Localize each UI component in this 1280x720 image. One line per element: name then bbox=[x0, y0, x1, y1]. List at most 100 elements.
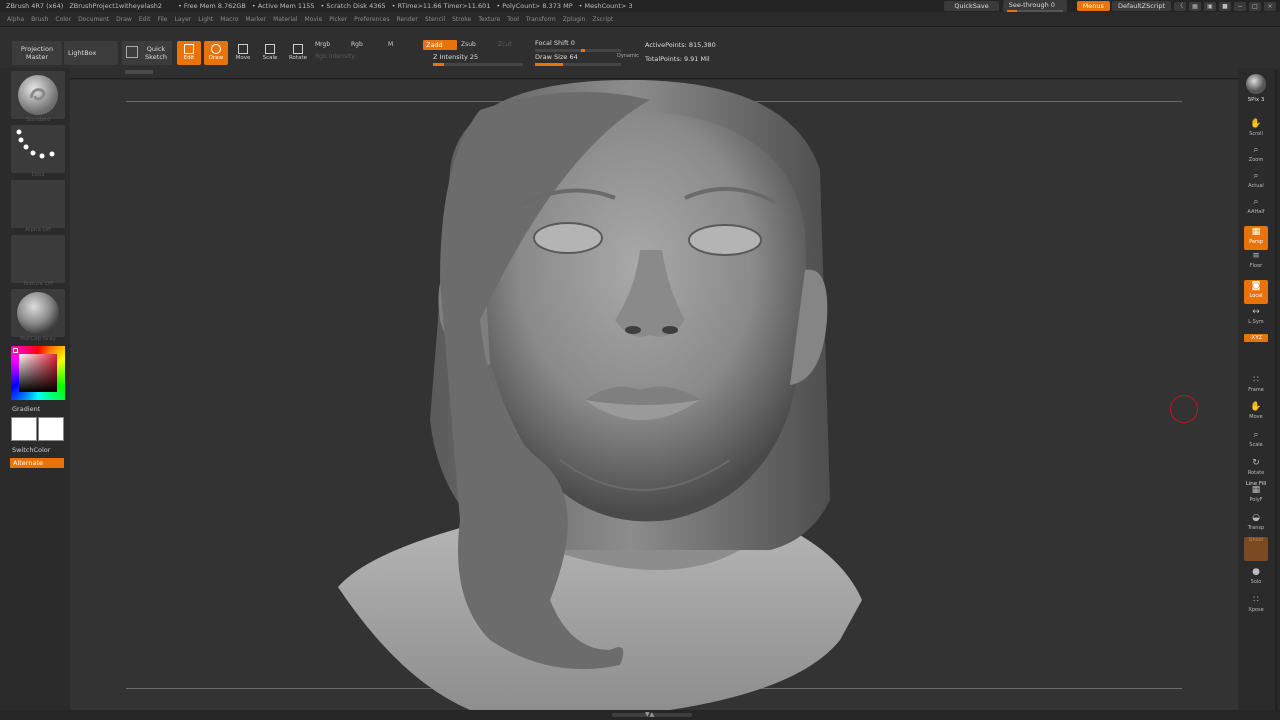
frame-button[interactable]: ∷ Frame bbox=[1244, 374, 1268, 398]
rgb-button[interactable]: Rgb bbox=[351, 41, 363, 48]
color-picker[interactable] bbox=[11, 346, 65, 400]
projection-master-button[interactable]: Projection Master bbox=[12, 41, 62, 65]
solo-button[interactable]: ● Solo bbox=[1244, 566, 1268, 590]
switch-color-button[interactable]: SwitchColor bbox=[12, 446, 50, 454]
dynamic-button[interactable]: Dynamic bbox=[617, 53, 639, 59]
menu-transform[interactable]: Transform bbox=[526, 16, 556, 23]
menu-macro[interactable]: Macro bbox=[220, 16, 238, 23]
rotate-button[interactable]: ↻ Rotate bbox=[1244, 457, 1268, 481]
menu-marker[interactable]: Marker bbox=[245, 16, 266, 23]
menu-alpha[interactable]: Alpha bbox=[7, 16, 24, 23]
menu-layer[interactable]: Layer bbox=[175, 16, 192, 23]
sculpt-bust-model[interactable] bbox=[70, 80, 1238, 710]
scroll-button[interactable]: ✋ Scroll bbox=[1244, 118, 1268, 142]
secondary-color-swatch[interactable] bbox=[38, 417, 64, 441]
brush-thumbnail[interactable] bbox=[11, 71, 65, 119]
z-intensity-track[interactable] bbox=[433, 63, 523, 66]
tray-toggle-icon[interactable]: ▼▲ bbox=[645, 711, 654, 718]
close-icon[interactable]: × bbox=[1264, 1, 1276, 11]
menu-stencil[interactable]: Stencil bbox=[425, 16, 445, 23]
see-through-slider[interactable]: See-through 0 bbox=[1002, 0, 1067, 13]
menu-picker[interactable]: Picker bbox=[329, 16, 347, 23]
gradient-toggle[interactable]: Gradient bbox=[12, 405, 40, 413]
transp-button[interactable]: ◒ Transp bbox=[1244, 512, 1268, 536]
persp-icon: ▦ bbox=[1251, 227, 1261, 237]
actual-button[interactable]: ⌕ Actual bbox=[1244, 170, 1268, 194]
menu-draw[interactable]: Draw bbox=[116, 16, 132, 23]
persp-button[interactable]: ▦ Persp bbox=[1244, 226, 1268, 250]
z-intensity-slider[interactable]: Z Intensity 25 bbox=[433, 53, 523, 66]
m-button[interactable]: M bbox=[388, 41, 393, 48]
scale-button[interactable]: Scale bbox=[258, 41, 282, 65]
menu-render[interactable]: Render bbox=[396, 16, 417, 23]
project-name: ZBrushProject1witheyelash2 bbox=[69, 2, 162, 10]
draw-button[interactable]: Draw bbox=[204, 41, 228, 65]
menu-tool[interactable]: Tool bbox=[507, 16, 519, 23]
menu-light[interactable]: Light bbox=[198, 16, 213, 23]
zsub-button[interactable]: Zsub bbox=[461, 41, 476, 48]
maximize-icon[interactable]: □ bbox=[1249, 1, 1261, 11]
line-fill-button[interactable]: Line Fill bbox=[1244, 481, 1268, 487]
document-canvas[interactable] bbox=[70, 80, 1238, 710]
scale-button[interactable]: ⌕ Scale bbox=[1244, 429, 1268, 453]
menu-material[interactable]: Material bbox=[273, 16, 297, 23]
draw-size-slider[interactable]: Draw Size 64 bbox=[535, 53, 621, 66]
rgb-intensity-slider[interactable]: Rgb Intensity bbox=[315, 53, 355, 60]
move-button[interactable]: Move bbox=[231, 41, 255, 65]
zadd-button[interactable]: Zadd bbox=[423, 40, 457, 50]
xyz-symmetry-button[interactable]: ·XYZ bbox=[1244, 334, 1268, 342]
z-intensity-fill bbox=[433, 63, 444, 66]
layout-icon[interactable]: ▣ bbox=[1204, 1, 1216, 11]
palette-icon[interactable]: ■ bbox=[1219, 1, 1231, 11]
menu-stroke[interactable]: Stroke bbox=[452, 16, 471, 23]
xpose-button[interactable]: ∷ Xpose bbox=[1244, 594, 1268, 618]
scale-icon: ⌕ bbox=[1253, 430, 1259, 440]
color-saturation-square[interactable] bbox=[19, 354, 57, 392]
ghost-button[interactable]: Ghost bbox=[1244, 537, 1268, 561]
menu-brush[interactable]: Brush bbox=[31, 16, 48, 23]
focal-shift-track[interactable] bbox=[535, 49, 621, 52]
menu-texture[interactable]: Texture bbox=[478, 16, 500, 23]
spix-slider[interactable]: SPix 3 bbox=[1244, 97, 1268, 103]
main-color-swatch[interactable] bbox=[11, 417, 37, 441]
zoom-button[interactable]: ⌕ Zoom bbox=[1244, 144, 1268, 168]
alternate-button[interactable]: Alternate bbox=[10, 458, 64, 468]
default-zscript-button[interactable]: DefaultZScript bbox=[1111, 1, 1171, 11]
menu-color[interactable]: Color bbox=[55, 16, 71, 23]
stroke-thumbnail[interactable] bbox=[11, 125, 65, 173]
menu-edit[interactable]: Edit bbox=[139, 16, 151, 23]
menu-preferences[interactable]: Preferences bbox=[354, 16, 389, 23]
floor-button[interactable]: ≡ Floor bbox=[1244, 250, 1268, 274]
right-scrollbar[interactable] bbox=[1275, 70, 1278, 710]
edit-button[interactable]: Edit bbox=[177, 41, 201, 65]
local-button[interactable]: ◙ Local bbox=[1244, 280, 1268, 304]
expand-icon[interactable]: 〈 bbox=[1174, 1, 1186, 11]
zcut-button[interactable]: Zcut bbox=[498, 41, 512, 48]
menu-zplugin[interactable]: Zplugin bbox=[563, 16, 586, 23]
tray-scroll-handle[interactable] bbox=[125, 70, 153, 74]
lightbox-button[interactable]: LightBox bbox=[64, 41, 118, 65]
mrgb-button[interactable]: Mrgb bbox=[315, 41, 330, 48]
minimize-icon[interactable]: − bbox=[1234, 1, 1246, 11]
menu-file[interactable]: File bbox=[157, 16, 167, 23]
polyf-button[interactable]: ▦ PolyF bbox=[1244, 484, 1268, 508]
aahalf-button[interactable]: ⌕ AAHalf bbox=[1244, 196, 1268, 220]
draw-size-track[interactable] bbox=[535, 63, 621, 66]
menu-zscript[interactable]: Zscript bbox=[592, 16, 613, 23]
move-button[interactable]: ✋ Move bbox=[1244, 401, 1268, 425]
alpha-label: Alpha Off bbox=[25, 227, 51, 233]
quicksave-button[interactable]: QuickSave bbox=[944, 1, 999, 11]
lsym-button[interactable]: ↔ L.Sym bbox=[1244, 306, 1268, 330]
ghost-label: Ghost bbox=[1248, 537, 1264, 543]
grid-icon[interactable]: ▦ bbox=[1189, 1, 1201, 11]
texture-thumbnail[interactable] bbox=[11, 235, 65, 283]
menu-document[interactable]: Document bbox=[78, 16, 109, 23]
menu-movie[interactable]: Movie bbox=[305, 16, 323, 23]
menus-button[interactable]: Menus bbox=[1076, 1, 1110, 11]
bpr-button[interactable] bbox=[1244, 72, 1268, 96]
material-thumbnail[interactable] bbox=[11, 289, 65, 337]
rotate-button[interactable]: Rotate bbox=[286, 41, 310, 65]
quick-sketch-button[interactable]: Quick Sketch bbox=[122, 41, 172, 65]
alpha-thumbnail[interactable] bbox=[11, 180, 65, 228]
focal-shift-slider[interactable]: Focal Shift 0 bbox=[535, 39, 621, 52]
